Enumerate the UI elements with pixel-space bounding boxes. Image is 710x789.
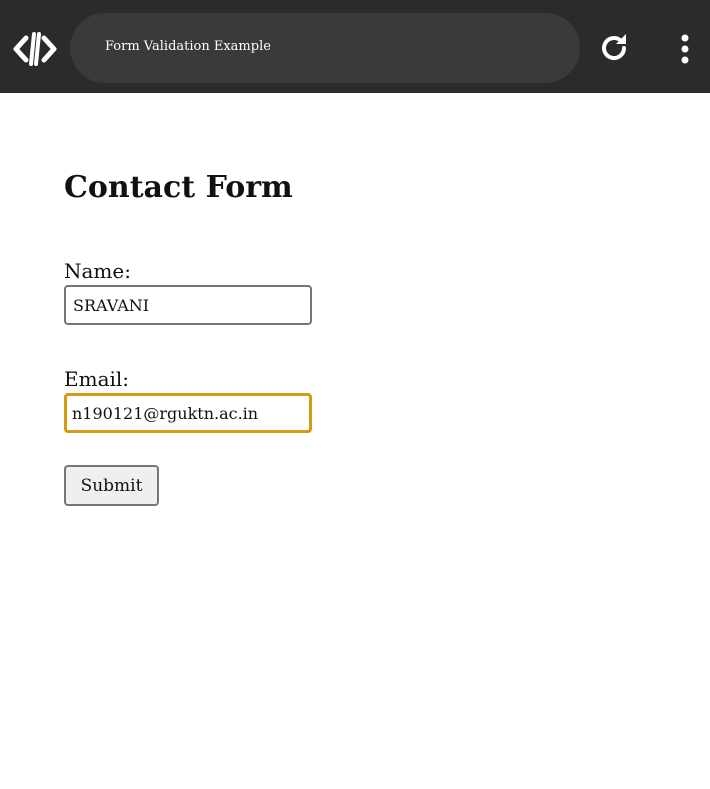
browser-toolbar: Form Validation Example (0, 0, 710, 93)
email-label: Email: (64, 367, 130, 391)
submit-button[interactable]: Submit (64, 465, 159, 506)
reload-icon[interactable] (597, 31, 631, 65)
name-label: Name: (64, 259, 131, 283)
name-input[interactable] (64, 285, 312, 325)
page-title: Form Validation Example (105, 39, 271, 54)
address-bar[interactable]: Form Validation Example (70, 13, 580, 83)
more-vertical-icon[interactable] (675, 33, 695, 67)
form-heading: Contact Form (64, 170, 293, 205)
code-brackets-icon[interactable] (12, 30, 58, 68)
email-input[interactable] (64, 393, 312, 433)
